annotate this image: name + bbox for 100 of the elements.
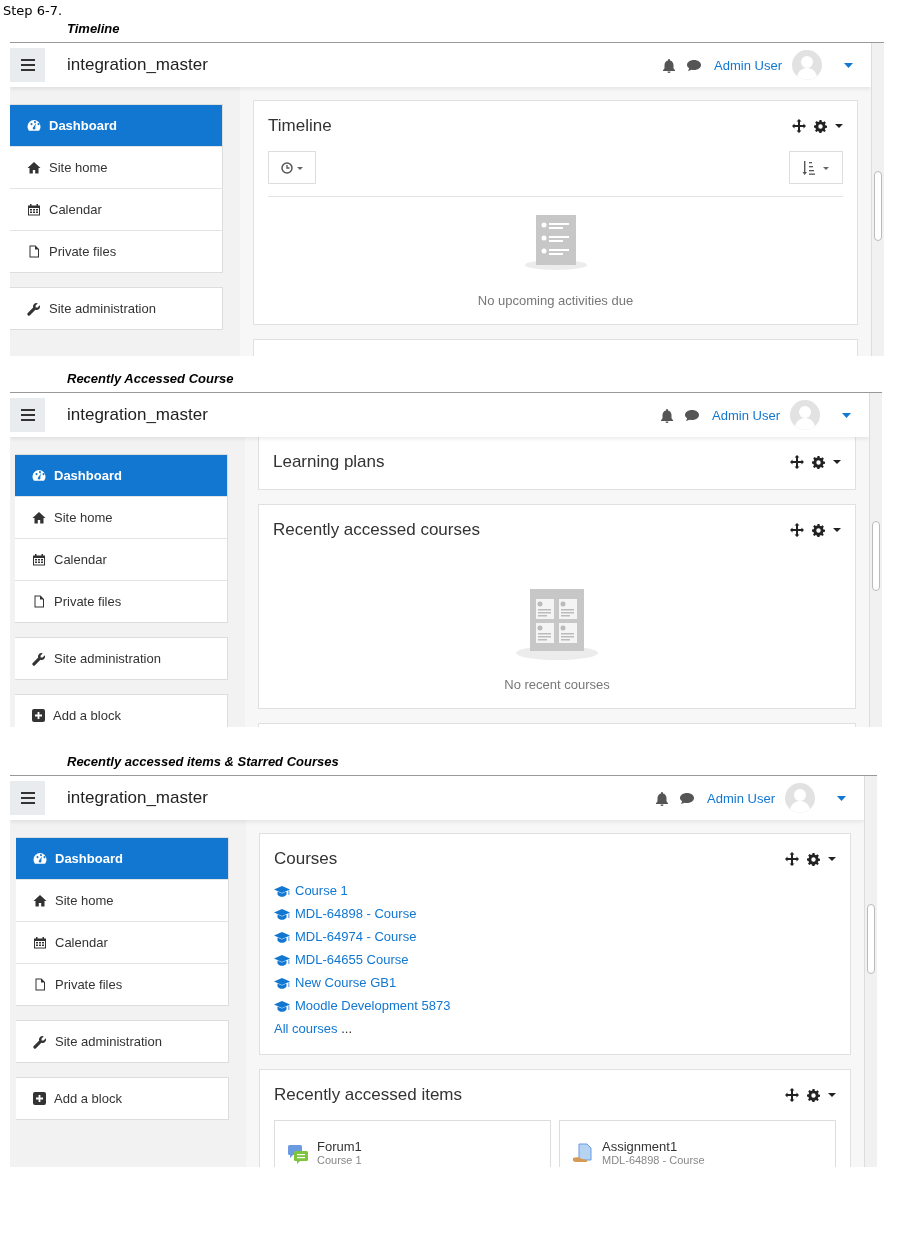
home-icon [27,161,41,174]
course-link[interactable]: New Course GB1 [274,974,836,992]
nav-item[interactable]: Calendar [15,538,227,580]
nav-item[interactable]: Dashboard [10,105,222,146]
ellipsis-text: ... [341,1021,353,1036]
calendar-icon [32,553,46,566]
scrollbar-thumb[interactable] [872,521,880,591]
scrollbar[interactable] [869,393,882,727]
section-caption: Recently accessed items & Starred Courses [66,753,340,771]
nav-item[interactable]: Dashboard [15,455,227,496]
home-icon [32,511,46,524]
block-title: Recently accessed courses [273,520,480,540]
nav-item[interactable]: Site administration [15,637,228,680]
block-title: Courses [274,849,338,869]
nav-item[interactable]: Add a block [15,694,228,727]
sort-icon [802,159,830,176]
graduation-cap-icon [274,908,290,920]
course-link[interactable]: MDL-64655 Course [274,951,836,969]
recent-item-card[interactable]: Forum1 Course 1 [274,1120,551,1167]
chat-icon[interactable] [679,791,696,805]
caret-icon[interactable] [835,124,843,128]
site-name[interactable]: integration_master [67,405,208,425]
nav-item[interactable]: Private files [15,580,227,622]
bell-icon[interactable] [655,790,670,806]
menu-button[interactable] [10,48,45,82]
nav-item[interactable]: Private files [16,963,228,1005]
caret-icon[interactable] [828,1093,836,1097]
caret-icon[interactable] [833,528,841,532]
menu-button[interactable] [10,398,45,432]
caret-icon[interactable] [828,857,836,861]
sort-dropdown[interactable] [789,151,843,184]
settings-icon[interactable] [812,455,825,469]
nav-item[interactable]: Dashboard [16,838,228,879]
block-title: Learning plans [273,452,385,472]
course-link[interactable]: Course 1 [274,882,836,900]
user-name[interactable]: Admin User [707,790,775,806]
nav-item[interactable]: Calendar [10,188,222,230]
empty-message: No recent courses [504,677,610,692]
nav-item[interactable]: Site administration [10,287,223,330]
empty-message: No upcoming activities due [477,293,634,308]
file-icon [33,978,47,991]
move-icon[interactable] [790,455,804,469]
settings-icon[interactable] [807,852,820,866]
filter-dropdown[interactable] [268,151,316,184]
scrollbar-thumb[interactable] [874,171,882,241]
item-name[interactable]: Forum1 [317,1139,362,1154]
scrollbar[interactable] [871,43,884,356]
nav-item[interactable]: Site home [15,496,227,538]
item-name[interactable]: Assignment1 [602,1139,705,1154]
plus-icon [33,1092,46,1105]
graduation-cap-icon [274,885,290,897]
site-name[interactable]: integration_master [67,788,208,808]
home-icon [33,894,47,907]
chat-icon[interactable] [686,58,703,72]
move-icon[interactable] [785,852,799,866]
course-link[interactable]: Moodle Development 5873 [274,997,836,1015]
graduation-cap-icon [274,954,290,966]
bell-icon[interactable] [660,407,675,423]
site-name[interactable]: integration_master [67,55,208,75]
item-course: MDL-64898 - Course [602,1154,705,1166]
move-icon[interactable] [790,523,804,537]
user-name[interactable]: Admin User [712,407,780,423]
menu-icon [20,59,35,71]
list-illustration [523,215,588,271]
move-icon[interactable] [785,1088,799,1102]
settings-icon[interactable] [814,119,827,133]
graduation-cap-icon [274,977,290,989]
user-name[interactable]: Admin User [714,57,782,73]
menu-icon [20,792,35,804]
recent-item-card[interactable]: Assignment1 MDL-64898 - Course [559,1120,836,1167]
chat-icon[interactable] [684,408,701,422]
block-title: Timeline [268,116,332,136]
nav-item[interactable]: Calendar [16,921,228,963]
graduation-cap-icon [274,1000,290,1012]
nav-item[interactable]: Site administration [16,1020,229,1063]
menu-button[interactable] [10,781,45,815]
course-link[interactable]: MDL-64974 - Course [274,928,836,946]
all-courses-link[interactable]: All courses [274,1021,338,1036]
wrench-icon [27,301,41,316]
clock-icon [281,161,303,174]
settings-icon[interactable] [807,1088,820,1102]
nav-item[interactable]: Private files [10,230,222,272]
file-icon [32,595,46,608]
move-icon[interactable] [792,119,806,133]
assignment-icon [572,1143,594,1165]
course-link[interactable]: MDL-64898 - Course [274,905,836,923]
caret-icon[interactable] [833,460,841,464]
scrollbar-thumb[interactable] [867,904,875,974]
menu-icon [20,409,35,421]
dashboard-icon [33,852,47,865]
nav-item[interactable]: Site home [16,879,228,921]
bell-icon[interactable] [662,57,677,73]
scrollbar[interactable] [864,776,877,1167]
block-title: Recently accessed items [274,1085,463,1105]
settings-icon[interactable] [812,523,825,537]
step-heading: Step 6-7. [2,2,64,18]
nav-item[interactable]: Site home [10,146,222,188]
section-caption: Timeline [66,20,121,38]
nav-item[interactable]: Add a block [16,1077,229,1120]
wrench-icon [32,651,46,666]
